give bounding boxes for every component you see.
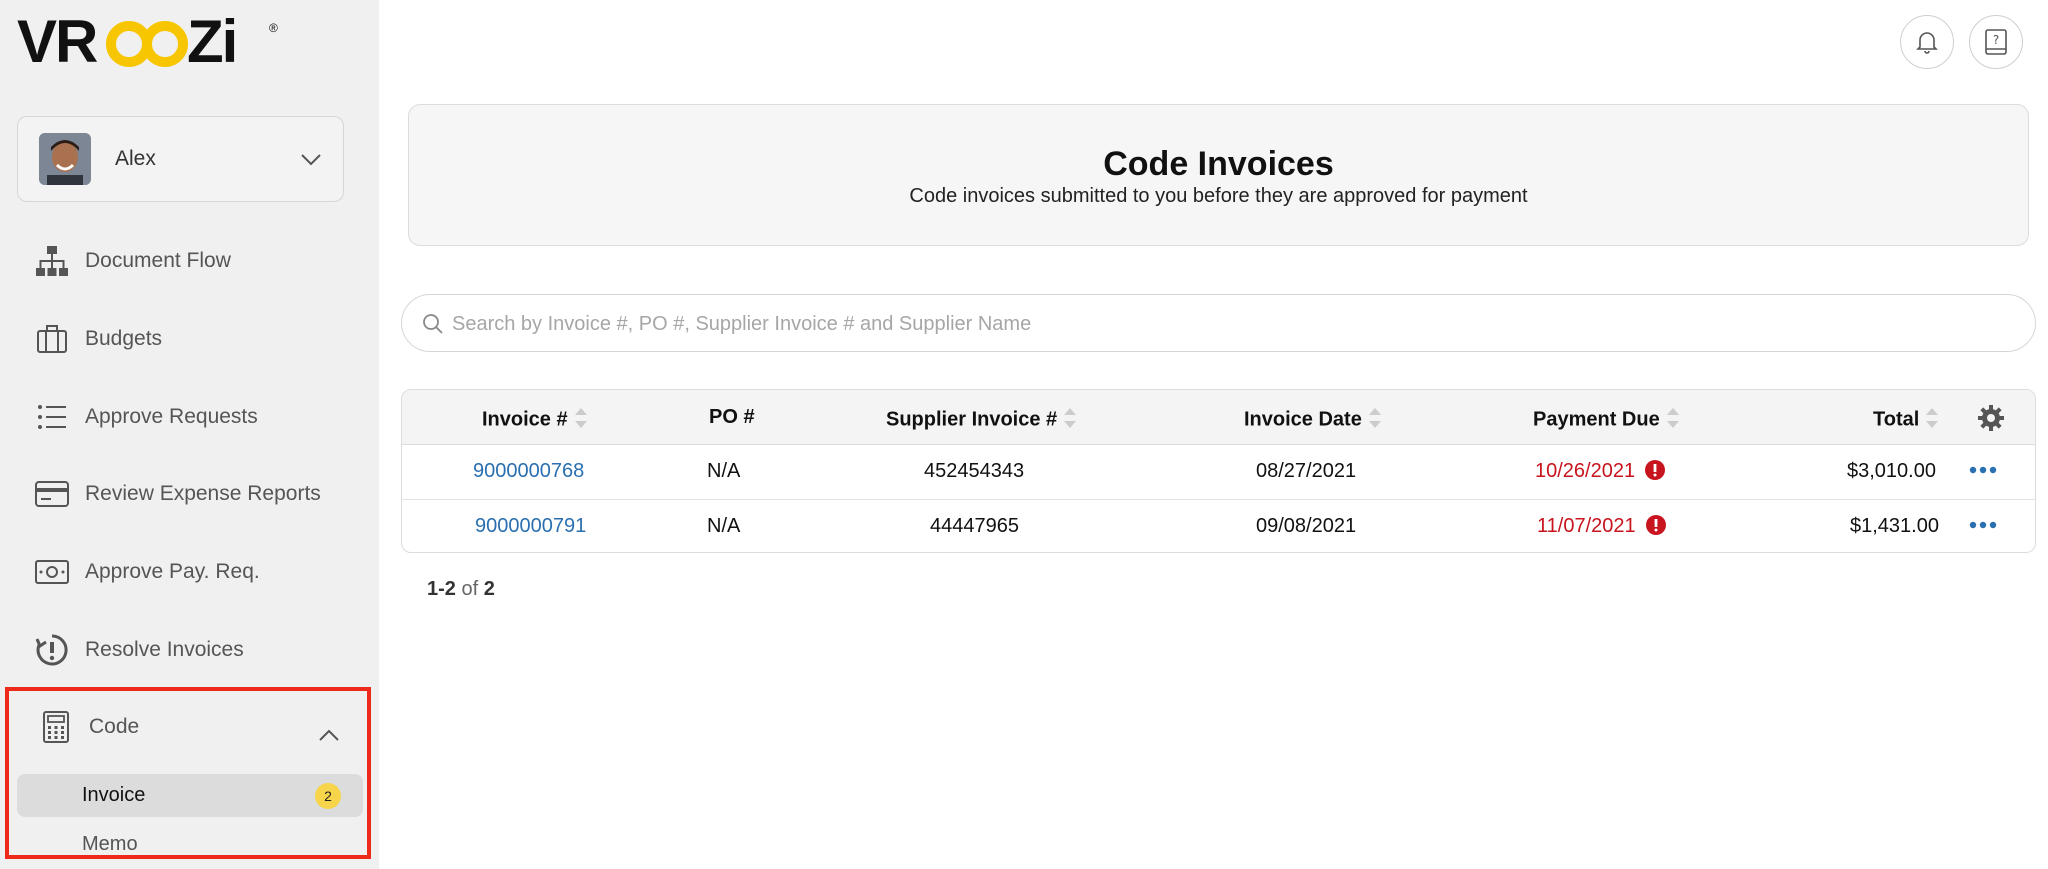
column-label: Supplier Invoice # bbox=[886, 408, 1058, 431]
chevron-up-icon[interactable] bbox=[317, 723, 341, 747]
sidebar-item-label: Code bbox=[89, 715, 140, 738]
search-icon bbox=[423, 314, 443, 334]
clock-alert-icon bbox=[34, 632, 70, 668]
notifications-button[interactable] bbox=[1900, 15, 1954, 69]
invoice-total: $1,431.00 bbox=[1850, 515, 1939, 537]
pagination-summary: 1-2 of 2 bbox=[427, 578, 495, 601]
table-row[interactable]: 9000000791 N/A 44447965 09/08/2021 11/07… bbox=[402, 500, 2035, 552]
sidebar-item-label: Resolve Invoices bbox=[85, 638, 244, 661]
briefcase-icon bbox=[34, 321, 70, 357]
invoice-date: 08/27/2021 bbox=[1256, 460, 1357, 482]
column-header-supplier-invoice[interactable]: Supplier Invoice # bbox=[886, 406, 1077, 434]
avatar bbox=[39, 133, 91, 185]
sidebar-item-review-expense-reports[interactable]: Review Expense Reports bbox=[0, 464, 379, 524]
more-options-icon[interactable] bbox=[1968, 516, 1998, 534]
help-button[interactable]: ? bbox=[1969, 15, 2023, 69]
more-options-icon[interactable] bbox=[1968, 461, 1998, 479]
vroozi-logo[interactable]: VR Zi ® bbox=[17, 10, 287, 70]
invoices-table: Invoice # PO # Supplier Invoice # Invoic… bbox=[401, 389, 2036, 553]
invoice-number-link[interactable]: 9000000791 bbox=[475, 515, 586, 538]
page-subtitle: Code invoices submitted to you before th… bbox=[909, 185, 1528, 207]
column-header-payment-due[interactable]: Payment Due bbox=[1533, 406, 1680, 434]
sidebar-item-budgets[interactable]: Budgets bbox=[0, 309, 379, 369]
code-nav-section: Code Invoice 2 Memo bbox=[5, 687, 371, 859]
payment-due-date: 11/07/2021 bbox=[1537, 514, 1666, 538]
sort-icon bbox=[574, 408, 587, 428]
column-label: Invoice Date bbox=[1244, 408, 1362, 431]
sidebar: VR Zi ® Alex Document Flow Budgets Appro… bbox=[0, 0, 379, 869]
payment-due-date: 10/26/2021 bbox=[1535, 459, 1666, 483]
column-label: Invoice # bbox=[482, 408, 568, 431]
credit-card-icon bbox=[34, 476, 70, 512]
pagination-total: 2 bbox=[483, 578, 495, 600]
pagination-of: of bbox=[461, 578, 479, 600]
list-icon bbox=[34, 399, 70, 435]
sort-icon bbox=[1368, 408, 1381, 428]
app-root: VR Zi ® Alex Document Flow Budgets Appro… bbox=[0, 0, 2048, 869]
svg-text:Zi: Zi bbox=[187, 10, 236, 70]
calculator-icon bbox=[38, 709, 74, 745]
payment-due-value: 10/26/2021 bbox=[1535, 460, 1636, 482]
po-number: N/A bbox=[707, 460, 741, 482]
user-menu[interactable]: Alex bbox=[17, 116, 344, 202]
user-name: Alex bbox=[115, 147, 156, 170]
page-header: Code Invoices Code invoices submitted to… bbox=[408, 104, 2029, 246]
column-label: Total bbox=[1873, 408, 1920, 431]
sidebar-subitem-label: Memo bbox=[82, 833, 138, 855]
sidebar-subitem-memo[interactable]: Memo bbox=[17, 823, 363, 866]
sidebar-item-label: Review Expense Reports bbox=[85, 482, 321, 505]
column-header-invoice-date[interactable]: Invoice Date bbox=[1244, 406, 1382, 434]
supplier-invoice-number: 452454343 bbox=[924, 460, 1025, 482]
chevron-down-icon bbox=[301, 154, 321, 166]
po-number: N/A bbox=[707, 515, 741, 537]
pagination-range: 1-2 bbox=[427, 578, 456, 600]
gear-icon[interactable] bbox=[1977, 404, 2005, 432]
svg-text:®: ® bbox=[269, 21, 278, 35]
supplier-invoice-number: 44447965 bbox=[930, 515, 1019, 537]
invoice-date: 09/08/2021 bbox=[1256, 515, 1357, 537]
sort-icon bbox=[1064, 408, 1077, 428]
money-icon bbox=[34, 554, 70, 590]
sidebar-item-resolve-invoices[interactable]: Resolve Invoices bbox=[0, 620, 379, 680]
sort-icon bbox=[1666, 408, 1679, 428]
search-bar bbox=[401, 294, 2036, 352]
page-title: Code Invoices bbox=[1103, 145, 1334, 183]
svg-text:VR: VR bbox=[17, 10, 98, 70]
column-label: Payment Due bbox=[1533, 408, 1660, 431]
search-input[interactable] bbox=[452, 307, 2012, 341]
svg-text:?: ? bbox=[1993, 33, 1999, 47]
table-row[interactable]: 9000000768 N/A 452454343 08/27/2021 10/2… bbox=[402, 445, 2035, 499]
column-header-po: PO # bbox=[709, 406, 755, 429]
sidebar-item-approve-pay-req[interactable]: Approve Pay. Req. bbox=[0, 542, 379, 602]
invoice-total: $3,010.00 bbox=[1847, 460, 1936, 482]
sidebar-item-label: Budgets bbox=[85, 327, 163, 350]
sidebar-item-label: Document Flow bbox=[85, 249, 231, 272]
sidebar-subitem-invoice[interactable]: Invoice 2 bbox=[17, 774, 363, 817]
payment-due-value: 11/07/2021 bbox=[1537, 515, 1636, 537]
sidebar-item-label: Approve Pay. Req. bbox=[85, 560, 260, 583]
invoice-number-link[interactable]: 9000000768 bbox=[473, 460, 584, 483]
sitemap-icon bbox=[34, 243, 70, 279]
alert-icon bbox=[1645, 459, 1666, 480]
count-badge: 2 bbox=[315, 783, 341, 809]
help-book-icon: ? bbox=[1985, 29, 2007, 55]
sidebar-subitem-label: Invoice bbox=[82, 784, 146, 806]
sidebar-item-label: Approve Requests bbox=[85, 405, 258, 428]
sidebar-item-approve-requests[interactable]: Approve Requests bbox=[0, 387, 379, 447]
sort-icon bbox=[1926, 408, 1939, 428]
column-header-total[interactable]: Total bbox=[1873, 406, 1939, 434]
column-label: PO # bbox=[709, 406, 755, 428]
table-header: Invoice # PO # Supplier Invoice # Invoic… bbox=[402, 390, 2035, 445]
bell-icon bbox=[1916, 32, 1938, 54]
alert-icon bbox=[1645, 514, 1666, 535]
sidebar-item-document-flow[interactable]: Document Flow bbox=[0, 231, 379, 291]
column-header-invoice[interactable]: Invoice # bbox=[482, 406, 588, 434]
